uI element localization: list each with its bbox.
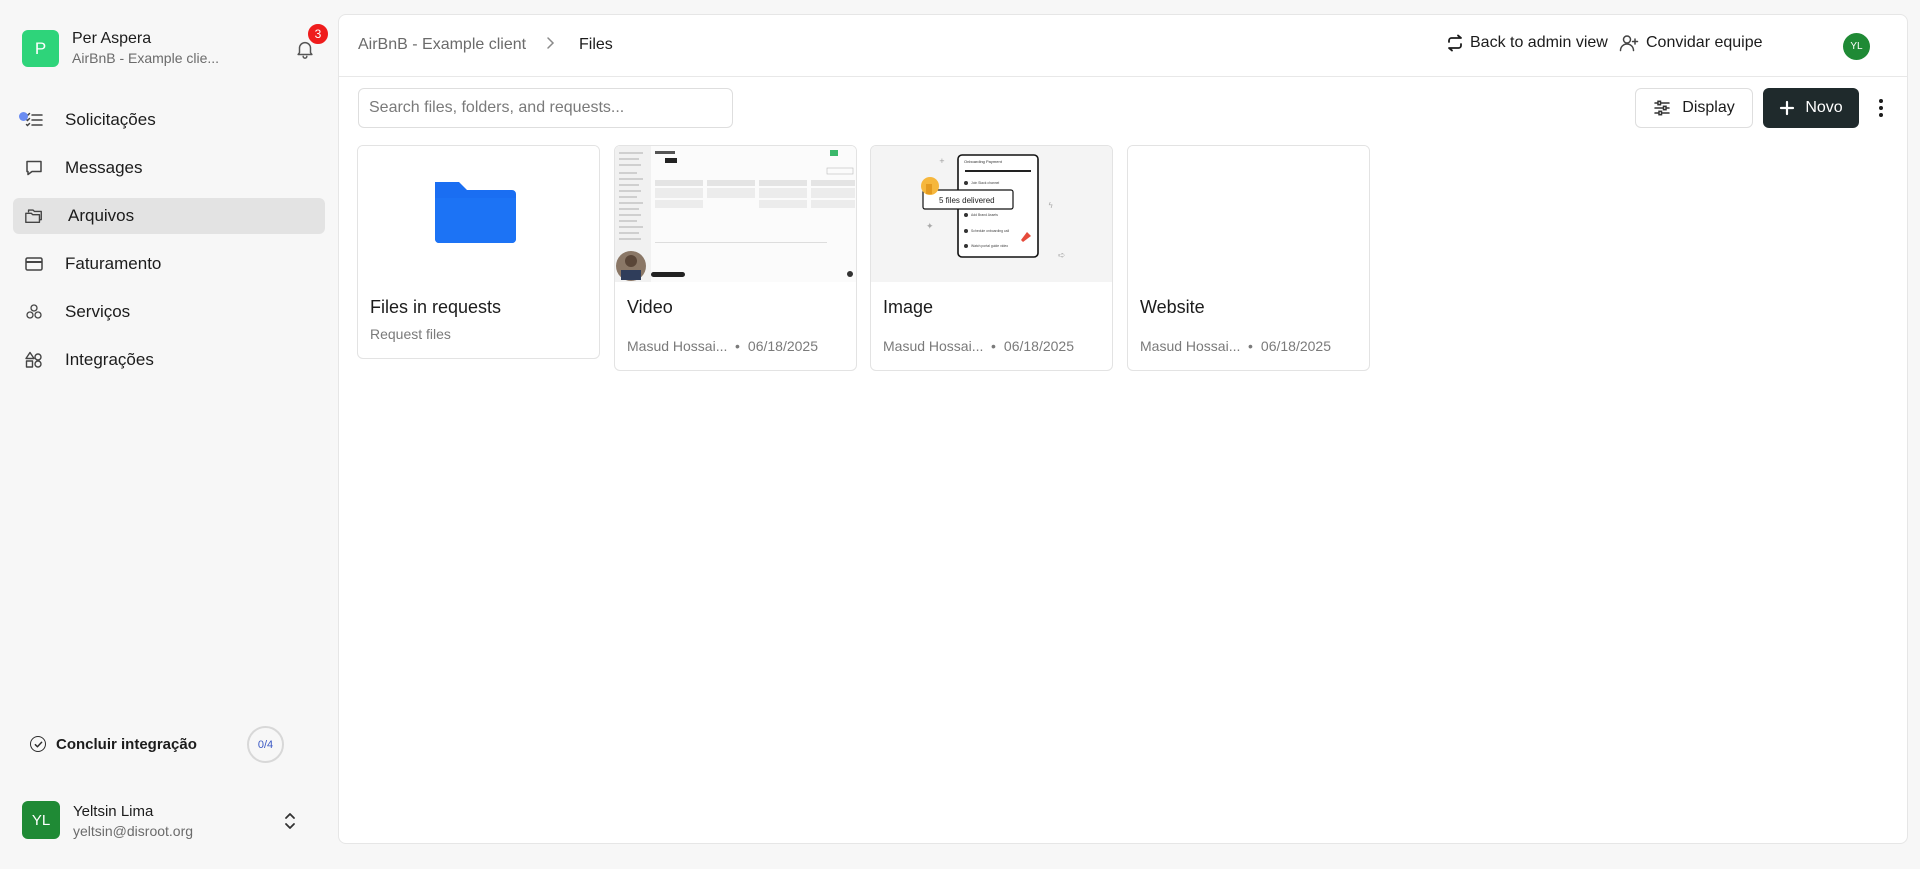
- image-thumbnail: Onboarding Payment Join Slack channel Ad…: [871, 146, 1112, 282]
- search-input[interactable]: [358, 88, 733, 128]
- file-card-video[interactable]: Video Masud Hossai... • 06/18/2025: [614, 145, 857, 371]
- card-author: Masud Hossai...: [883, 338, 984, 354]
- unread-dot: [19, 112, 28, 121]
- sidebar-item-messages[interactable]: Messages: [13, 150, 325, 186]
- sidebar-nav: Solicitações Messages Arquivos Faturamen…: [13, 102, 325, 390]
- sidebar-item-label: Arquivos: [68, 206, 135, 225]
- breadcrumb-client[interactable]: AirBnB - Example client: [358, 36, 526, 54]
- onboarding-label: Concluir integração: [56, 735, 197, 753]
- sidebar-item-servicos[interactable]: Serviços: [13, 294, 325, 330]
- avatar[interactable]: YL: [1843, 33, 1870, 60]
- workspace-name: Per Aspera: [72, 30, 152, 47]
- thumb-checklist-item: Join Slack channel: [971, 181, 1000, 185]
- workspace-switcher[interactable]: P Per Aspera AirBnB - Example clie...: [22, 28, 332, 68]
- sidebar-item-arquivos[interactable]: Arquivos: [13, 198, 325, 234]
- meta-separator: •: [1248, 338, 1253, 354]
- card-author: Masud Hossai...: [1140, 338, 1241, 354]
- display-button[interactable]: Display: [1635, 88, 1753, 128]
- sidebar-item-faturamento[interactable]: Faturamento: [13, 246, 325, 282]
- thumb-heading: Onboarding Payment: [964, 159, 1003, 164]
- more-vertical-icon[interactable]: [1875, 95, 1887, 121]
- folders-icon: [24, 206, 44, 226]
- file-card-files-in-requests[interactable]: Files in requests Request files: [357, 145, 600, 359]
- shapes-icon: [24, 350, 44, 370]
- card-date: 06/18/2025: [747, 338, 818, 354]
- swap-icon: [1446, 34, 1464, 52]
- sidebar-item-label: Serviços: [65, 302, 131, 321]
- file-card-image[interactable]: Onboarding Payment Join Slack channel Ad…: [870, 145, 1113, 371]
- invite-team-button[interactable]: Convidar equipe: [1619, 34, 1763, 52]
- main-panel: AirBnB - Example client Files Back to ad…: [338, 14, 1908, 844]
- breadcrumb-current: Files: [579, 36, 613, 53]
- card-author: Masud Hossai...: [627, 338, 728, 354]
- file-card-website[interactable]: Website Masud Hossai... • 06/18/2025: [1127, 145, 1370, 371]
- new-label: Novo: [1805, 99, 1843, 116]
- sidebar-item-label: Messages: [65, 158, 143, 177]
- sidebar-item-solicitacoes[interactable]: Solicitações: [13, 102, 325, 138]
- header: AirBnB - Example client Files Back to ad…: [339, 15, 1907, 77]
- sliders-icon: [1653, 99, 1671, 117]
- svg-text:+: +: [939, 157, 945, 165]
- thumb-checklist-item: Add Brand Assets: [971, 213, 998, 217]
- message-icon: [24, 158, 44, 178]
- thumb-checklist-item: Watch portal guide video: [971, 244, 1008, 248]
- meta-separator: •: [991, 338, 996, 354]
- back-to-admin-label: Back to admin view: [1470, 34, 1608, 51]
- sidebar: P Per Aspera AirBnB - Example clie... 3 …: [0, 0, 338, 869]
- card-date: 06/18/2025: [1260, 338, 1331, 354]
- user-name: Yeltsin Lima: [73, 803, 154, 820]
- card-title: Files in requests: [370, 297, 502, 317]
- credit-card-icon: [24, 254, 44, 274]
- sidebar-item-label: Faturamento: [65, 254, 162, 273]
- card-meta: Masud Hossai... • 06/18/2025: [1140, 338, 1331, 354]
- workspace-client: AirBnB - Example clie...: [72, 50, 220, 66]
- thumb-badge: 5 files delivered: [939, 196, 995, 205]
- sidebar-item-label: Solicitações: [65, 110, 156, 129]
- user-plus-icon: [1619, 34, 1639, 52]
- plus-icon: [1779, 100, 1795, 116]
- card-title: Image: [883, 297, 934, 317]
- card-meta: Masud Hossai... • 06/18/2025: [627, 338, 818, 354]
- card-title: Website: [1140, 297, 1205, 317]
- svg-text:✦: ✦: [926, 222, 934, 232]
- folder-icon: [358, 146, 599, 282]
- avatar: YL: [22, 801, 60, 839]
- sidebar-item-integracoes[interactable]: Integrações: [13, 342, 325, 378]
- user-email: yeltsin@disroot.org: [73, 823, 194, 839]
- check-circle-icon: [30, 736, 46, 752]
- sidebar-item-label: Integrações: [65, 350, 154, 369]
- notification-badge: 3: [306, 22, 330, 46]
- new-button[interactable]: Novo: [1763, 88, 1859, 128]
- chevron-right-icon: [545, 36, 555, 53]
- svg-text:➪: ➪: [1058, 251, 1066, 261]
- blank-thumbnail: [1128, 146, 1369, 282]
- display-label: Display: [1682, 99, 1735, 116]
- video-thumbnail: [615, 146, 856, 282]
- back-to-admin-button[interactable]: Back to admin view: [1446, 34, 1608, 52]
- onboarding-checklist[interactable]: Concluir integração 0/4: [30, 724, 290, 764]
- user-menu[interactable]: YL Yeltsin Lima yeltsin@disroot.org: [22, 801, 302, 841]
- card-date: 06/18/2025: [1003, 338, 1074, 354]
- card-meta: Masud Hossai... • 06/18/2025: [883, 338, 1074, 354]
- svg-text:ϟ: ϟ: [1048, 201, 1053, 210]
- workspace-logo: P: [22, 30, 59, 67]
- invite-team-label: Convidar equipe: [1646, 34, 1763, 51]
- thumb-checklist-item: Schedule onboarding call: [971, 229, 1009, 233]
- card-subtitle: Request files: [370, 326, 451, 342]
- onboarding-progress: 0/4: [247, 726, 284, 763]
- chevron-up-down-icon[interactable]: [282, 810, 298, 832]
- meta-separator: •: [735, 338, 740, 354]
- services-icon: [24, 302, 44, 322]
- card-title: Video: [627, 297, 673, 317]
